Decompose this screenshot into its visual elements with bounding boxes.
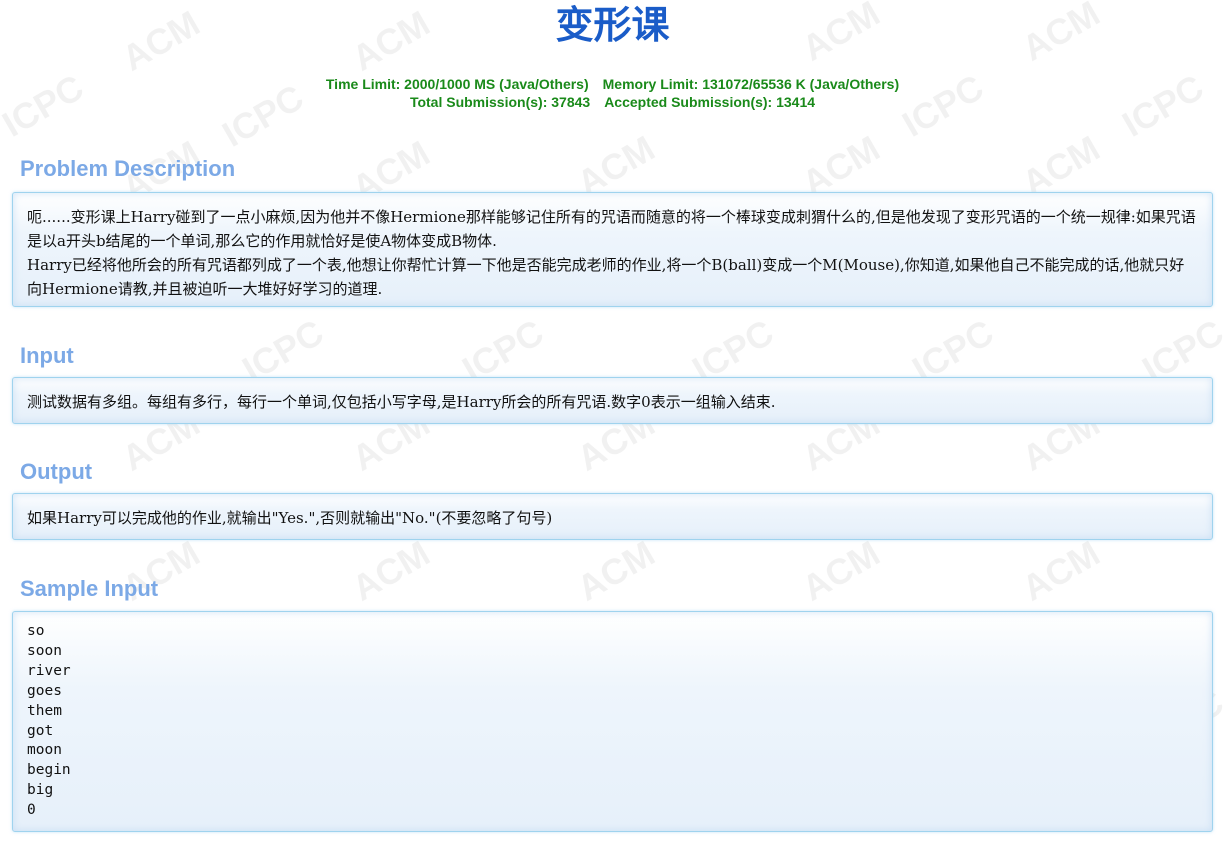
description-panel: 呃......变形课上Harry碰到了一点小麻烦,因为他并不像Hermione那… — [12, 192, 1213, 307]
sample-input-heading: Sample Input — [20, 576, 159, 601]
input-panel: 测试数据有多组。每组有多行，每行一个单词,仅包括小写字母,是Harry所会的所有… — [12, 377, 1213, 424]
total-submissions: Total Submission(s): 37843 — [409, 94, 591, 110]
limits-row-2: Total Submission(s): 37843 Accepted Submi… — [0, 93, 1225, 111]
output-text: 如果Harry可以完成他的作业,就输出"Yes.",否则就输出"No."(不要忽… — [27, 509, 553, 527]
output-heading: Output — [20, 459, 93, 484]
input-heading: Input — [20, 343, 74, 368]
watermark-acm: ACM — [344, 532, 437, 609]
limits-row-1: Time Limit: 2000/1000 MS (Java/Others) Me… — [0, 75, 1225, 93]
input-text: 测试数据有多组。每组有多行，每行一个单词,仅包括小写字母,是Harry所会的所有… — [27, 393, 776, 411]
watermark-acm: ACM — [794, 532, 887, 609]
description-line-2: Harry已经将他所会的所有咒语都列成了一个表,他想让你帮忙计算一下他是否能完成… — [27, 256, 1185, 298]
time-limit: Time Limit: 2000/1000 MS (Java/Others) — [325, 76, 589, 92]
sample-input-code[interactable]: so soon river goes them got moon begin b… — [27, 622, 1198, 821]
accepted-submissions: Accepted Submission(s): 13414 — [604, 94, 816, 110]
problem-limits: Time Limit: 2000/1000 MS (Java/Others) Me… — [0, 75, 1225, 111]
description-line-1: 呃......变形课上Harry碰到了一点小麻烦,因为他并不像Hermione那… — [27, 208, 1196, 250]
watermark-acm: ACM — [569, 532, 662, 609]
watermark-acm: ACM — [1014, 532, 1107, 609]
output-panel: 如果Harry可以完成他的作业,就输出"Yes.",否则就输出"No."(不要忽… — [12, 493, 1213, 540]
problem-title: 变形课 — [555, 3, 670, 47]
sample-input-panel: so soon river goes them got moon begin b… — [12, 611, 1213, 832]
memory-limit: Memory Limit: 131072/65536 K (Java/Other… — [602, 76, 900, 92]
description-heading: Problem Description — [20, 156, 236, 181]
